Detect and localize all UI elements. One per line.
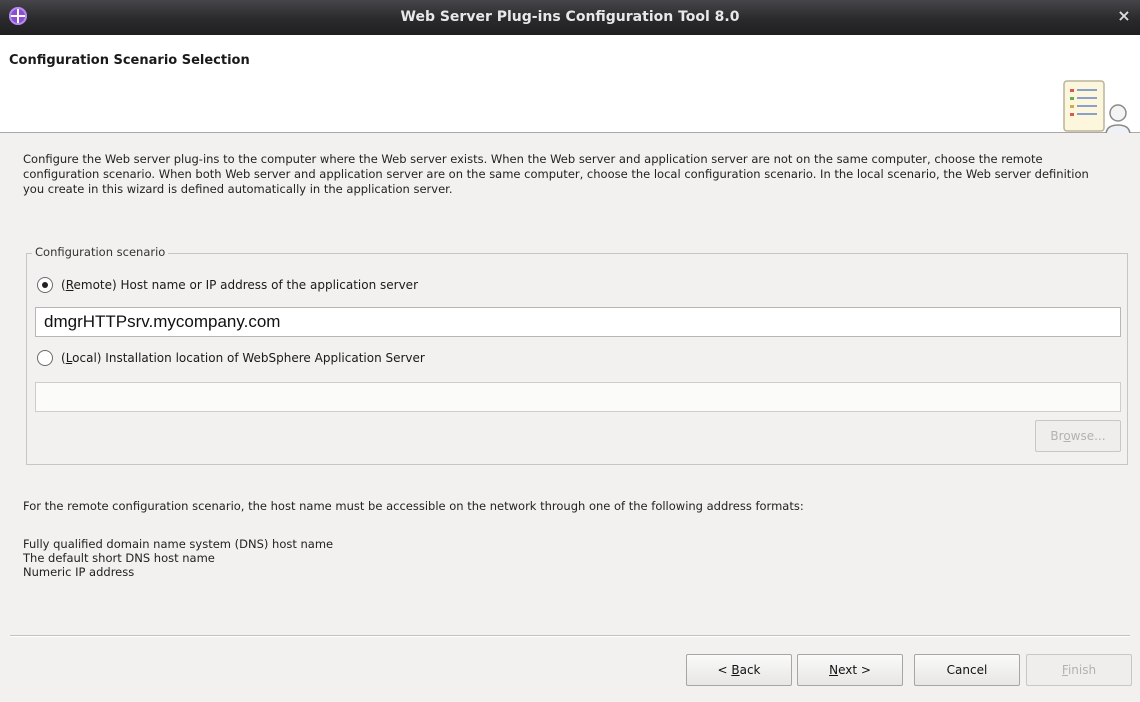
finish-button[interactable]: Finish bbox=[1026, 654, 1132, 686]
cancel-button[interactable]: Cancel bbox=[914, 654, 1020, 686]
remote-radio-button[interactable] bbox=[37, 277, 53, 293]
back-button[interactable]: < Back bbox=[686, 654, 792, 686]
next-button[interactable]: Next > bbox=[797, 654, 903, 686]
group-legend: Configuration scenario bbox=[32, 245, 169, 259]
remote-host-input[interactable] bbox=[35, 307, 1121, 337]
button-bar-separator bbox=[10, 635, 1130, 637]
page-title: Configuration Scenario Selection bbox=[9, 53, 250, 68]
address-format-fqdn: Fully qualified domain name system (DNS)… bbox=[23, 537, 334, 551]
configuration-scenario-group: Configuration scenario (Remote) Host nam… bbox=[26, 245, 1128, 465]
local-scenario-option[interactable]: (Local) Installation location of WebSphe… bbox=[37, 349, 425, 367]
address-format-ip: Numeric IP address bbox=[23, 565, 135, 579]
address-format-intro: For the remote configuration scenario, t… bbox=[23, 499, 804, 513]
title-bar: Web Server Plug-ins Configuration Tool 8… bbox=[0, 0, 1140, 35]
window-title: Web Server Plug-ins Configuration Tool 8… bbox=[400, 9, 740, 25]
close-icon[interactable]: × bbox=[1114, 6, 1134, 26]
wizard-body: Configure the Web server plug-ins to the… bbox=[0, 133, 1140, 702]
local-radio-label[interactable]: (Local) Installation location of WebSphe… bbox=[61, 351, 425, 365]
wizard-header: Configuration Scenario Selection bbox=[0, 35, 1140, 166]
browse-button[interactable]: Browse... bbox=[1035, 420, 1121, 452]
description-text: Configure the Web server plug-ins to the… bbox=[23, 152, 1089, 196]
address-format-short-dns: The default short DNS host name bbox=[23, 551, 215, 565]
remote-scenario-option[interactable]: (Remote) Host name or IP address of the … bbox=[37, 276, 418, 294]
local-radio-button[interactable] bbox=[37, 350, 53, 366]
local-location-input[interactable] bbox=[35, 382, 1121, 412]
remote-radio-label[interactable]: (Remote) Host name or IP address of the … bbox=[61, 278, 418, 292]
